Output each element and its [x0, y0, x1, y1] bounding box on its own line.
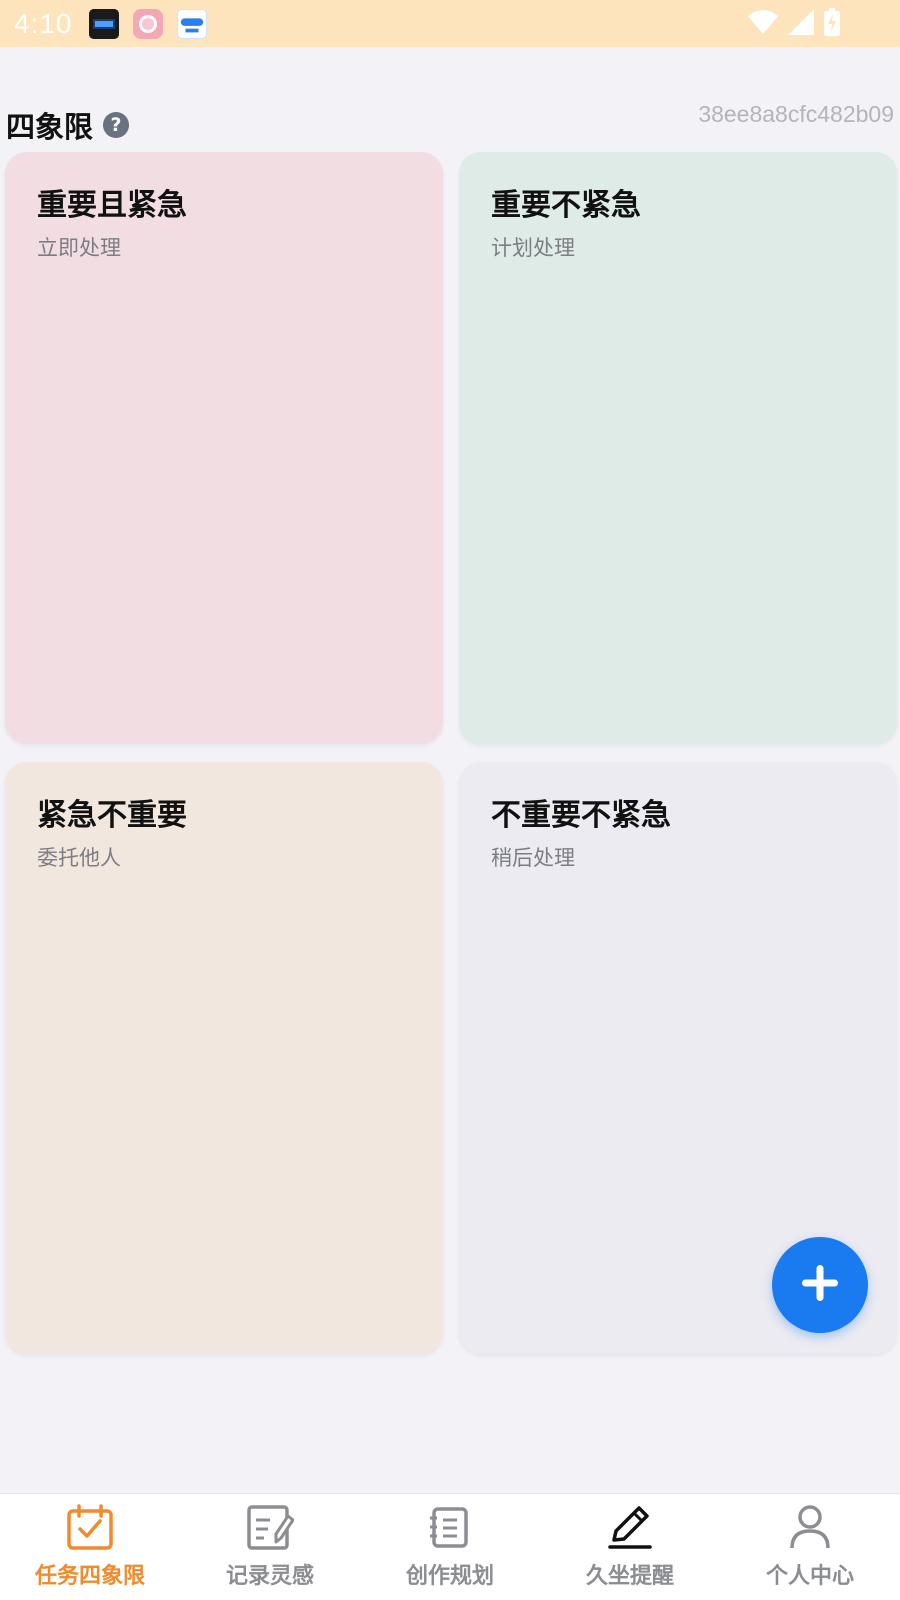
- nav-item-quadrant[interactable]: 任务四象限: [0, 1494, 180, 1600]
- pencil-icon: [606, 1504, 654, 1550]
- nav-item-planning[interactable]: 创作规划: [360, 1494, 540, 1600]
- quadrant-title: 重要且紧急: [37, 188, 187, 223]
- blue-app-notification-icon: [176, 8, 207, 39]
- quadrant-subtitle: 立即处理: [37, 236, 121, 260]
- nav-label: 个人中心: [765, 1564, 854, 1589]
- status-bar: 4:10: [0, 0, 900, 47]
- wifi-icon: [748, 9, 778, 35]
- quadrant-subtitle: 计划处理: [491, 236, 575, 260]
- quadrant-urgent-important[interactable]: 重要且紧急 立即处理: [5, 152, 443, 744]
- nav-label: 久坐提醒: [585, 1564, 674, 1589]
- page-title: 四象限 ?: [6, 104, 130, 146]
- quadrant-subtitle: 委托他人: [37, 846, 121, 870]
- quadrant-urgent-not-important[interactable]: 紧急不重要 委托他人: [5, 762, 443, 1354]
- nav-item-profile[interactable]: 个人中心: [720, 1494, 900, 1600]
- plus-icon: [800, 1263, 840, 1307]
- quadrant-important-not-urgent[interactable]: 重要不紧急 计划处理: [459, 152, 897, 744]
- battery-charging-icon: [824, 8, 840, 36]
- quadrant-title: 不重要不紧急: [491, 798, 671, 833]
- question-circle-icon[interactable]: ?: [103, 112, 130, 138]
- bottom-nav: 任务四象限 记录灵感 创作规划 久坐提醒 个人中心: [0, 1493, 900, 1600]
- note-edit-icon: [246, 1504, 294, 1550]
- pink-app-notification-icon: [132, 8, 163, 39]
- page-title-text: 四象限: [6, 110, 94, 144]
- status-time: 4:10: [14, 7, 73, 39]
- calendar-check-icon: [66, 1504, 114, 1550]
- quadrant-title: 紧急不重要: [37, 798, 187, 833]
- add-task-button[interactable]: [772, 1237, 868, 1333]
- notebook-icon: [426, 1504, 474, 1550]
- clock-widget-notification-icon: [88, 8, 119, 39]
- quadrant-title: 重要不紧急: [491, 188, 641, 223]
- nav-item-inspiration[interactable]: 记录灵感: [180, 1494, 360, 1600]
- nav-label: 记录灵感: [225, 1564, 314, 1589]
- nav-label: 任务四象限: [34, 1564, 145, 1589]
- nav-label: 创作规划: [405, 1564, 494, 1589]
- device-id: 38ee8a8cfc482b09: [698, 101, 894, 127]
- nav-item-sitting-reminder[interactable]: 久坐提醒: [540, 1494, 720, 1600]
- person-icon: [786, 1504, 834, 1550]
- quadrant-subtitle: 稍后处理: [491, 846, 575, 870]
- cellular-signal-icon: [788, 9, 814, 35]
